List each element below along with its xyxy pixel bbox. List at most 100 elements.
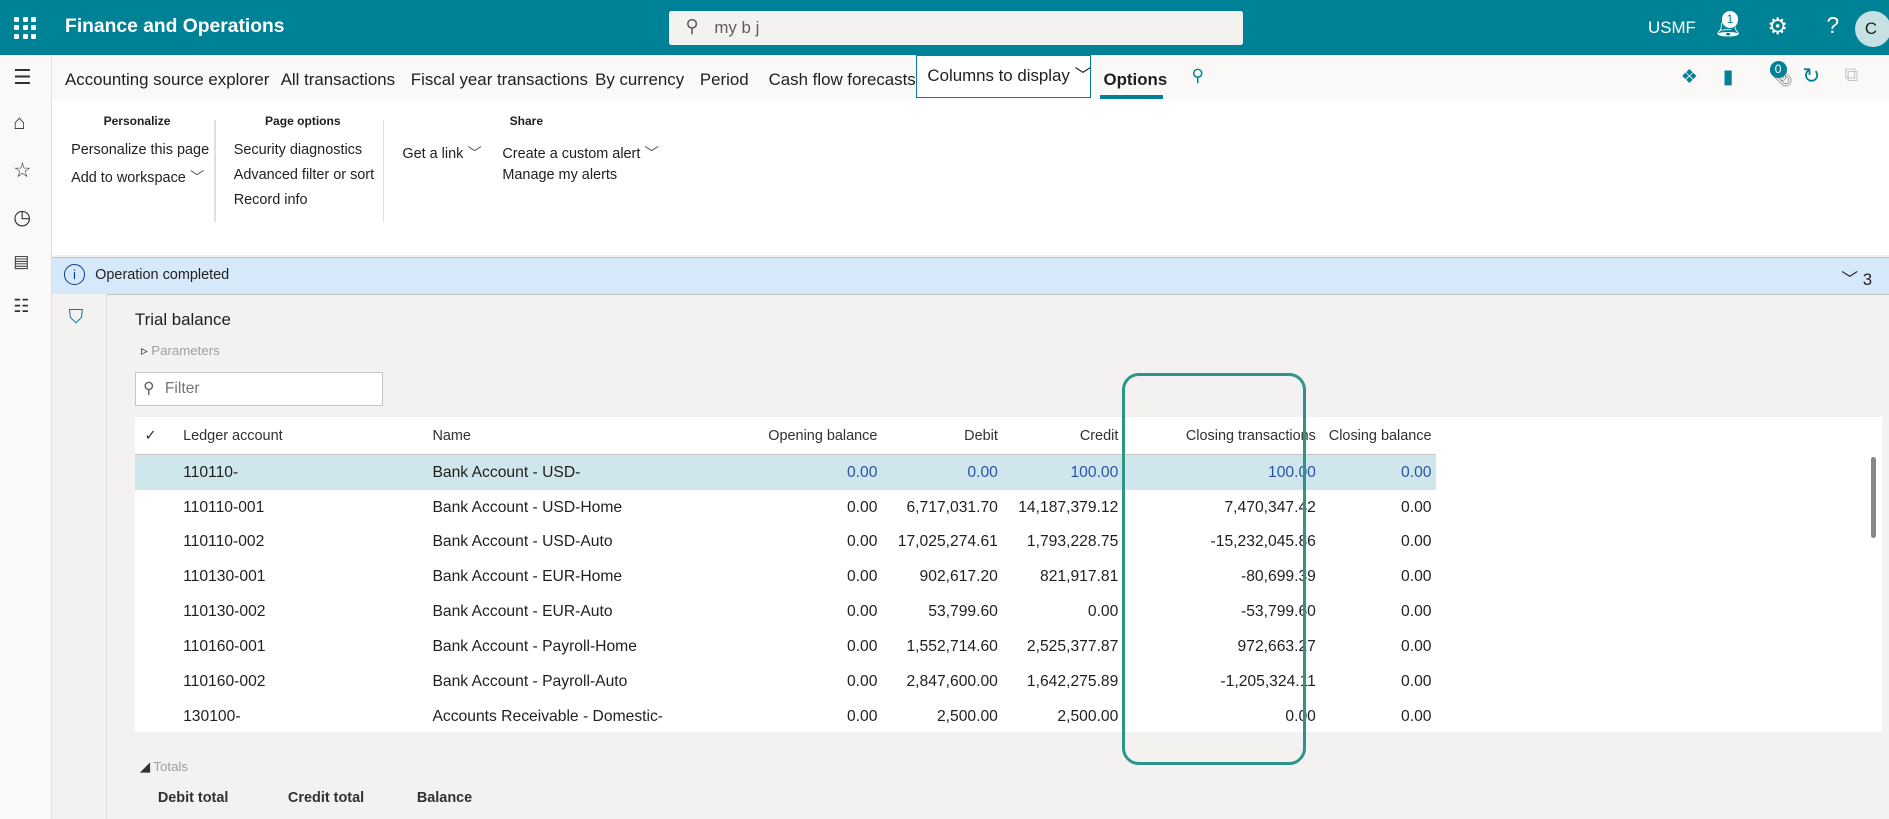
table-cell: 110130-002 bbox=[183, 603, 266, 621]
search-icon[interactable]: ⚲ bbox=[1191, 65, 1203, 86]
table-cell: 110110-001 bbox=[183, 498, 265, 516]
row-selector[interactable] bbox=[135, 490, 178, 525]
table-cell: Accounts Receivable - Domestic- bbox=[432, 708, 664, 726]
refresh-icon[interactable]: ↻ bbox=[1802, 63, 1820, 89]
message-expand[interactable]: ﹀ 3 bbox=[1841, 265, 1872, 290]
workspace-icon[interactable]: ▤ bbox=[13, 251, 29, 272]
help-icon[interactable]: ? bbox=[1826, 12, 1839, 39]
table-cell: 130100- bbox=[183, 708, 241, 726]
trial-balance-grid: ✓ Ledger account Name Opening balance De… bbox=[134, 416, 1882, 735]
table-cell: Bank Account - Payroll-Home bbox=[432, 638, 637, 656]
table-cell: 1,642,275.89 bbox=[1026, 673, 1119, 691]
open-new-window-icon[interactable]: ⧉ bbox=[1844, 65, 1858, 87]
row-selector[interactable] bbox=[135, 595, 178, 630]
table-cell: 0.00 bbox=[846, 498, 878, 516]
search-value[interactable]: my b j bbox=[714, 18, 759, 38]
clock-icon[interactable]: ◷ bbox=[13, 205, 31, 230]
diamond-connect-icon[interactable]: ❖ bbox=[1681, 65, 1698, 89]
chevron-down-icon: ﹀ bbox=[189, 170, 205, 187]
chevron-down-icon: ﹀ bbox=[467, 146, 482, 163]
table-cell: 0.00 bbox=[846, 533, 878, 551]
table-cell: 110110-002 bbox=[183, 533, 265, 551]
totals-toggle[interactable]: ◢ Totals bbox=[140, 759, 188, 775]
grid-filter-input[interactable]: ⚲ bbox=[134, 372, 383, 406]
table-cell: Bank Account - USD- bbox=[427, 454, 668, 491]
table-cell: Bank Account - USD-Home bbox=[432, 498, 623, 516]
table-cell: 14,187,379.12 bbox=[1018, 498, 1119, 516]
home-icon[interactable]: ⌂ bbox=[13, 111, 25, 135]
tab-all-transactions[interactable]: All transactions bbox=[281, 70, 395, 90]
add-to-workspace[interactable]: Add to workspace ﹀ bbox=[71, 166, 204, 187]
vertical-scrollbar[interactable] bbox=[1870, 456, 1876, 539]
modules-list-icon[interactable]: ☷ bbox=[13, 296, 29, 317]
avatar[interactable]: C bbox=[1855, 10, 1889, 47]
row-selector[interactable] bbox=[135, 525, 178, 560]
table-cell: Bank Account - USD-Auto bbox=[432, 533, 613, 551]
divider bbox=[383, 120, 385, 222]
column-header[interactable]: Closing balance bbox=[1320, 416, 1437, 456]
options-ribbon: Personalize Personalize this page Add to… bbox=[51, 98, 1889, 256]
table-cell: 902,617.20 bbox=[919, 568, 998, 586]
action-pane: Accounting source explorer All transacti… bbox=[51, 55, 1889, 99]
advanced-filter-or-sort[interactable]: Advanced filter or sort bbox=[234, 167, 374, 183]
app-root: Finance and Operations ⚲my b j USMF 🔔︎ 1… bbox=[0, 0, 1889, 819]
search-icon: ⚲ bbox=[143, 380, 155, 398]
get-a-link[interactable]: Get a link ﹀ bbox=[402, 142, 481, 163]
select-all-checkbox[interactable]: ✓ bbox=[134, 416, 179, 456]
tab-by-currency[interactable]: By currency bbox=[595, 70, 684, 90]
column-header[interactable]: Name bbox=[427, 416, 668, 456]
app-launcher-icon[interactable] bbox=[14, 16, 37, 39]
create-custom-alert[interactable]: Create a custom alert ﹀ bbox=[502, 142, 658, 163]
table-cell: 0.00 bbox=[1401, 568, 1432, 586]
filter-icon[interactable]: ⛉ bbox=[69, 307, 83, 329]
company-picker[interactable]: USMF bbox=[1648, 18, 1696, 38]
column-header[interactable]: Opening balance bbox=[667, 416, 883, 456]
table-cell: 2,500.00 bbox=[1057, 708, 1119, 726]
manage-my-alerts[interactable]: Manage my alerts bbox=[502, 167, 617, 183]
parameters-toggle[interactable]: ▹ Parameters bbox=[141, 343, 220, 359]
table-cell: 0.00 bbox=[846, 673, 878, 691]
search-input[interactable]: ⚲ my b j bbox=[668, 10, 1244, 45]
tab-options[interactable]: Options bbox=[1104, 70, 1168, 90]
row-selector[interactable] bbox=[135, 700, 178, 735]
chevron-down-icon: ﹀ bbox=[644, 146, 659, 163]
message-count: 3 bbox=[1862, 269, 1873, 289]
tab-period[interactable]: Period bbox=[700, 70, 749, 90]
filter-field[interactable] bbox=[162, 379, 373, 400]
row-selector[interactable] bbox=[134, 454, 179, 491]
table-cell: Bank Account - EUR-Home bbox=[432, 568, 623, 586]
security-diagnostics[interactable]: Security diagnostics bbox=[234, 142, 362, 158]
tab-accounting-source-explorer[interactable]: Accounting source explorer bbox=[65, 70, 269, 90]
star-icon[interactable]: ☆ bbox=[13, 158, 31, 183]
office-icon[interactable]: ▮ bbox=[1723, 65, 1734, 89]
totals-label: Totals bbox=[153, 758, 189, 774]
caret-right-icon: ▹ bbox=[140, 343, 148, 359]
column-header[interactable]: Credit bbox=[1002, 416, 1124, 456]
filter-pane bbox=[51, 293, 107, 819]
hamburger-icon[interactable]: ☰ bbox=[13, 65, 31, 90]
left-nav: ☰ ⌂ ☆ ◷ ▤ ☷ bbox=[0, 55, 52, 819]
table-cell: 110130-001 bbox=[183, 568, 266, 586]
record-info[interactable]: Record info bbox=[234, 192, 308, 208]
table-cell: Bank Account - EUR-Auto bbox=[432, 603, 613, 621]
tab-cash-flow-forecasts[interactable]: Cash flow forecasts bbox=[769, 70, 916, 90]
message-text: Operation completed bbox=[95, 267, 230, 284]
gear-icon[interactable]: ⚙ bbox=[1767, 13, 1788, 40]
label: Add to workspace bbox=[71, 170, 186, 187]
group-title-personalize: Personalize bbox=[103, 114, 171, 129]
form-title: Trial balance bbox=[134, 309, 231, 329]
group-title-share: Share bbox=[509, 114, 544, 129]
tab-columns-to-display[interactable]: Columns to display ﹀ bbox=[915, 55, 1091, 99]
row-selector[interactable] bbox=[135, 630, 178, 665]
tab-fiscal-year-transactions[interactable]: Fiscal year transactions bbox=[411, 70, 588, 90]
credit-total-label: Credit total bbox=[287, 790, 365, 807]
personalize-this-page[interactable]: Personalize this page bbox=[71, 142, 209, 158]
search-icon: ⚲ bbox=[685, 15, 699, 36]
row-selector[interactable] bbox=[135, 560, 178, 595]
column-header[interactable]: Ledger account bbox=[178, 416, 428, 456]
table-cell: 110160-001 bbox=[183, 638, 266, 656]
column-header[interactable]: Debit bbox=[882, 416, 1003, 456]
label: Get a link bbox=[402, 146, 464, 163]
row-selector[interactable] bbox=[135, 665, 178, 700]
tab-label: Columns to display bbox=[927, 66, 1070, 86]
